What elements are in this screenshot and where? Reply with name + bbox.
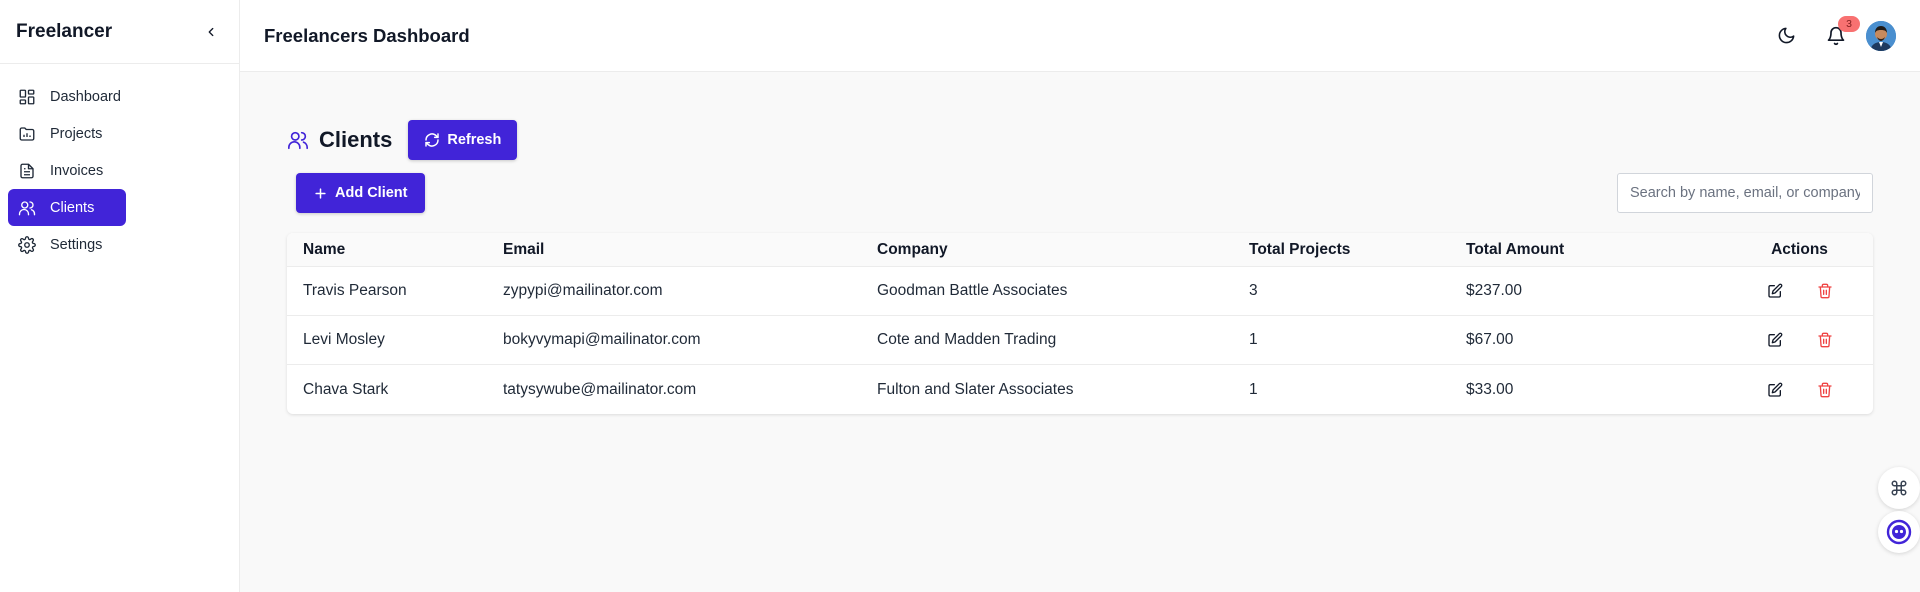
sidebar: Freelancer Dashboard Projects Invoices C… (0, 0, 240, 592)
sidebar-header: Freelancer (0, 0, 239, 64)
table-row: Chava Stark tatysywube@mailinator.com Fu… (287, 365, 1873, 414)
column-header-total-amount: Total Amount (1466, 240, 1565, 258)
client-company: Goodman Battle Associates (877, 282, 1068, 299)
trash-icon[interactable] (1815, 380, 1835, 400)
edit-icon[interactable] (1765, 380, 1785, 400)
clients-table: Name Email Company Total Projects Total … (287, 233, 1873, 414)
edit-icon[interactable] (1765, 330, 1785, 350)
client-name: Levi Mosley (303, 331, 385, 348)
trash-icon[interactable] (1815, 281, 1835, 301)
collapse-sidebar-button[interactable] (199, 20, 223, 44)
clients-header: Clients Refresh (287, 120, 518, 160)
notification-badge: 3 (1838, 15, 1860, 32)
sidebar-item-settings[interactable]: Settings (8, 226, 231, 263)
section-title: Clients (319, 127, 393, 152)
edit-icon[interactable] (1765, 281, 1785, 301)
client-total-projects: 3 (1249, 282, 1258, 299)
client-email: tatysywube@mailinator.com (503, 380, 697, 398)
table-row: Travis Pearson zypypi@mailinator.com Goo… (287, 267, 1873, 316)
topbar-actions: 3 (1754, 15, 1896, 54)
sidebar-item-clients[interactable]: Clients (8, 189, 126, 226)
sidebar-item-invoices[interactable]: Invoices (8, 152, 231, 189)
sidebar-item-label: Settings (50, 236, 103, 253)
client-total-projects: 1 (1249, 331, 1258, 348)
sidebar-item-label: Dashboard (50, 88, 121, 105)
row-actions (1726, 330, 1873, 350)
topbar: Freelancers Dashboard 3 (240, 0, 1920, 72)
table-header: Name Email Company Total Projects Total … (287, 233, 1873, 267)
sidebar-item-dashboard[interactable]: Dashboard (8, 78, 231, 115)
plus-icon (313, 186, 328, 201)
command-icon (1891, 480, 1907, 496)
clients-icon (288, 131, 308, 150)
settings-icon (17, 235, 37, 255)
sidebar-nav: Dashboard Projects Invoices Clients Sett… (0, 64, 239, 263)
row-actions (1726, 281, 1873, 301)
client-total-amount: $33.00 (1466, 380, 1514, 398)
apps-widget-button[interactable] (1878, 467, 1920, 509)
brand-title: Freelancer (16, 20, 113, 42)
sidebar-item-projects[interactable]: Projects (8, 115, 231, 152)
search-input[interactable] (1617, 173, 1873, 213)
client-email: bokyvymapi@mailinator.com (503, 331, 701, 348)
row-actions (1726, 380, 1873, 400)
client-email: zypypi@mailinator.com (503, 282, 663, 299)
moon-icon (1778, 27, 1794, 44)
table-row: Levi Mosley bokyvymapi@mailinator.com Co… (287, 316, 1873, 365)
client-company: Cote and Madden Trading (877, 331, 1057, 348)
client-total-projects: 1 (1249, 380, 1258, 398)
add-client-label: Add Client (335, 185, 408, 201)
client-total-amount: $67.00 (1466, 331, 1514, 348)
column-header-name: Name (303, 240, 346, 258)
column-header-company: Company (877, 240, 948, 258)
client-name: Travis Pearson (303, 282, 407, 299)
column-header-total-projects: Total Projects (1249, 240, 1351, 258)
add-client-button[interactable]: Add Client (296, 173, 425, 213)
avatar[interactable] (1866, 20, 1896, 51)
invoices-icon (17, 161, 37, 181)
clients-icon (17, 198, 37, 218)
client-company: Fulton and Slater Associates (877, 380, 1074, 398)
refresh-button[interactable]: Refresh (408, 120, 518, 160)
chatbot-icon (1886, 519, 1912, 545)
chevron-left-icon (208, 27, 214, 36)
user-avatar-icon (1866, 20, 1896, 51)
column-header-actions: Actions (1771, 240, 1828, 258)
column-header-email: Email (503, 240, 545, 258)
refresh-button-label: Refresh (447, 132, 502, 148)
client-total-amount: $237.00 (1466, 282, 1523, 299)
page-title: Freelancers Dashboard (264, 24, 470, 46)
sidebar-item-label: Invoices (50, 162, 104, 179)
sidebar-item-label: Clients (50, 199, 95, 216)
sidebar-item-label: Projects (50, 125, 103, 142)
assistant-widget-button[interactable] (1878, 511, 1920, 553)
client-name: Chava Stark (303, 380, 389, 398)
trash-icon[interactable] (1815, 330, 1835, 350)
projects-icon (17, 124, 37, 144)
theme-toggle-button[interactable] (1768, 18, 1804, 54)
refresh-icon (424, 132, 440, 148)
dashboard-icon (17, 87, 37, 107)
notifications-button[interactable]: 3 (1818, 15, 1860, 54)
